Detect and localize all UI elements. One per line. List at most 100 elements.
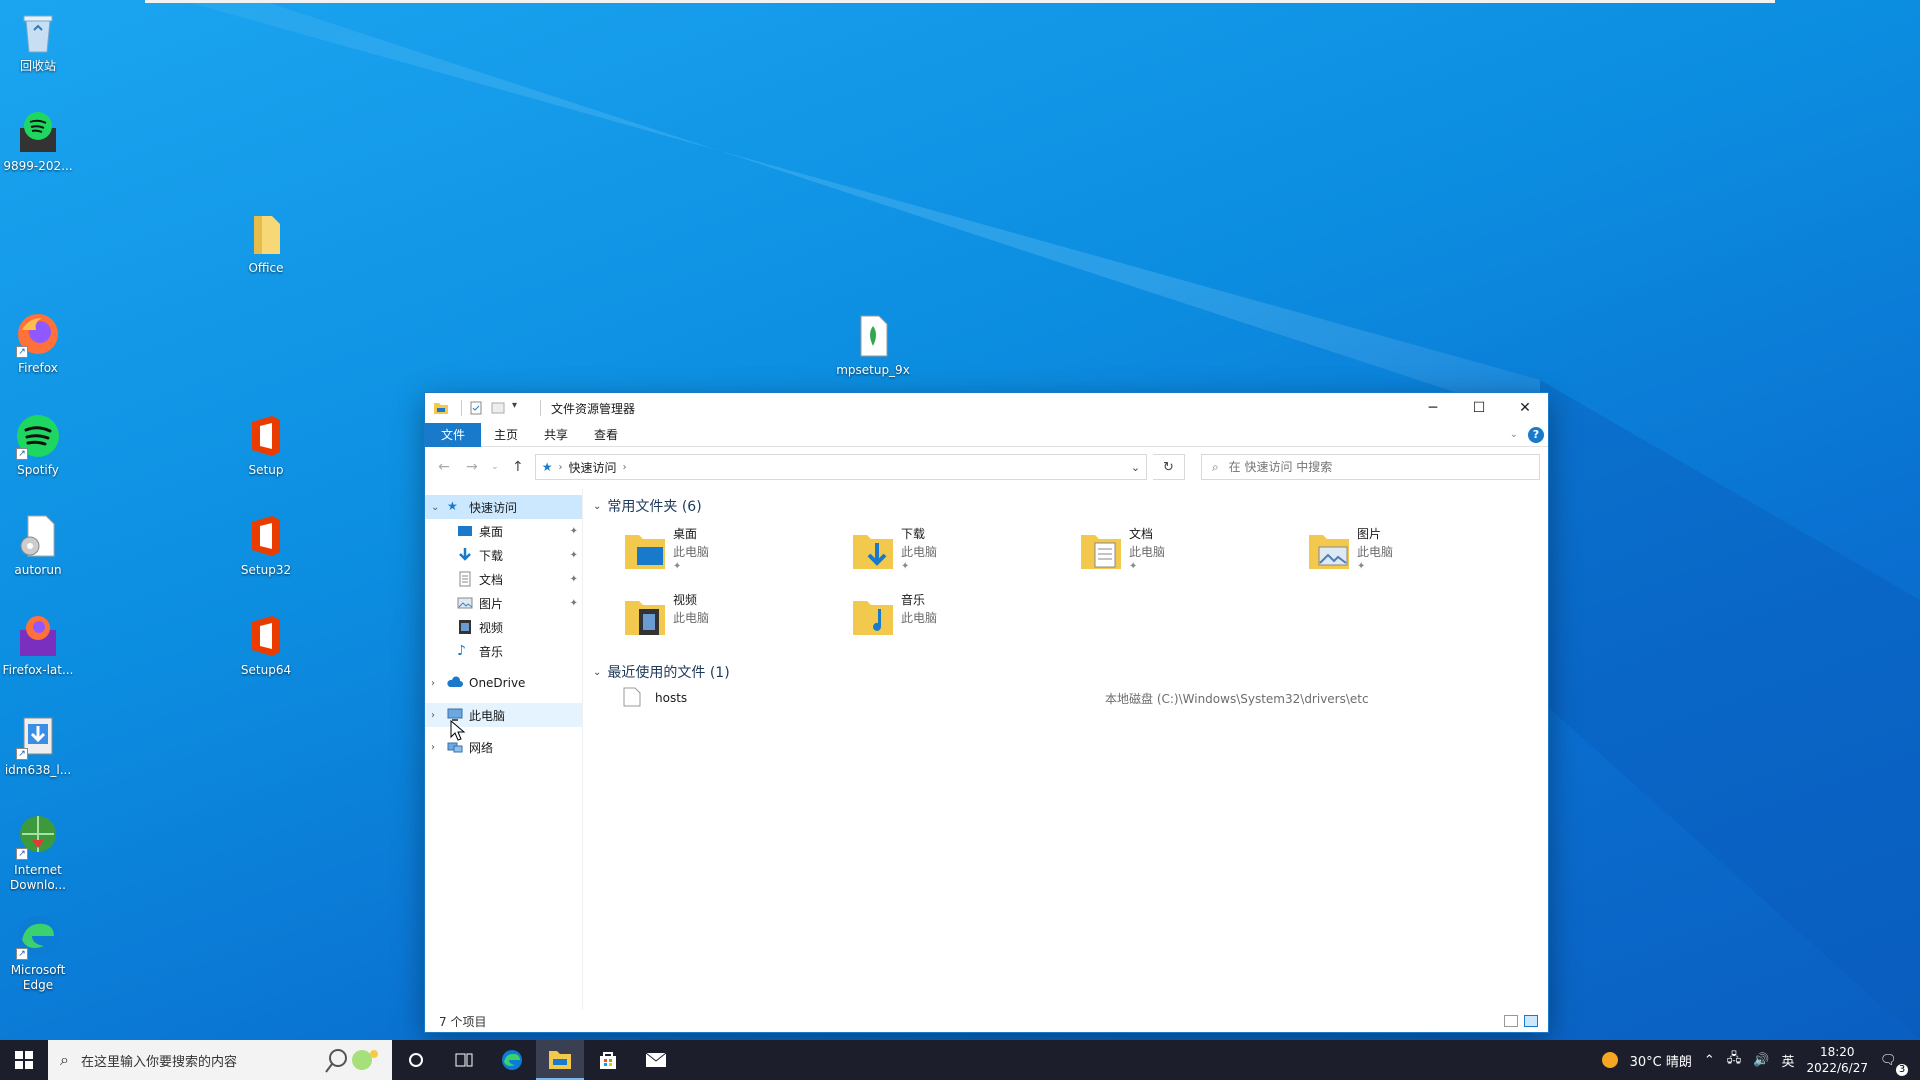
- customize-dropdown-icon[interactable]: ▾: [512, 400, 528, 416]
- refresh-button[interactable]: ↻: [1153, 454, 1185, 480]
- search-box[interactable]: ⌕: [1200, 454, 1541, 480]
- taskbar-mail[interactable]: [632, 1040, 680, 1080]
- help-icon[interactable]: ?: [1528, 426, 1544, 443]
- taskbar: ⌕ 在这里输入你要搜索的内容 30°C 晴朗 ⌃ 🖧 🔊 英 18:20 202…: [0, 1040, 1920, 1080]
- properties-icon[interactable]: [468, 400, 484, 416]
- tab-view[interactable]: 查看: [581, 423, 631, 447]
- pin-icon: ✦: [569, 525, 578, 537]
- recent-files-header[interactable]: ⌄ 最近使用的文件 (1): [593, 661, 1538, 683]
- desktop-icon-office-folder[interactable]: Office: [222, 210, 310, 276]
- music-folder-icon: [851, 595, 895, 639]
- breadcrumb-chevron-icon[interactable]: ›: [559, 462, 563, 473]
- taskbar-edge[interactable]: [488, 1040, 536, 1080]
- expand-chevron-icon[interactable]: ›: [431, 742, 441, 753]
- nav-onedrive[interactable]: › OneDrive: [425, 671, 582, 695]
- clock[interactable]: 18:20 2022/6/27: [1806, 1044, 1868, 1076]
- title-bar[interactable]: ▾ 文件资源管理器 ─ ☐ ✕: [425, 393, 1548, 423]
- details-view-button[interactable]: [1504, 1015, 1518, 1027]
- desktop-icon-autorun[interactable]: autorun: [0, 512, 82, 578]
- input-method-indicator[interactable]: 英: [1781, 1051, 1794, 1070]
- nav-pictures[interactable]: 图片 ✦: [425, 591, 582, 615]
- desktop-icon-spotify[interactable]: ↗ Spotify: [0, 412, 82, 478]
- separator: [461, 400, 462, 416]
- minimize-button[interactable]: ─: [1410, 393, 1456, 423]
- breadcrumb-chevron-icon[interactable]: ›: [623, 462, 627, 473]
- desktop-icon-setup32[interactable]: Setup32: [222, 512, 310, 578]
- nav-downloads[interactable]: 下载 ✦: [425, 543, 582, 567]
- show-hidden-icons-icon[interactable]: ⌃: [1704, 1053, 1715, 1068]
- volume-icon[interactable]: 🔊: [1753, 1053, 1769, 1068]
- search-input[interactable]: [1228, 460, 1509, 474]
- folder-tile-documents[interactable]: 文档 此电脑 ✦: [1079, 525, 1307, 583]
- tab-home[interactable]: 主页: [481, 423, 531, 447]
- network-status-icon[interactable]: 🖧: [1727, 1049, 1742, 1071]
- desktop-icon-idm-installer[interactable]: ↗ idm638_l...: [0, 712, 82, 778]
- notification-center-button[interactable]: 🗨 3: [1880, 1053, 1910, 1076]
- up-button[interactable]: ↑: [507, 459, 529, 475]
- desktop-icon-mpsetup[interactable]: mpsetup_9x: [829, 312, 917, 378]
- recent-locations-icon[interactable]: ⌄: [489, 462, 501, 472]
- nav-this-pc[interactable]: › 此电脑: [425, 703, 582, 727]
- desktop-icon-firefox-installer[interactable]: Firefox-lat...: [0, 612, 82, 678]
- nav-videos[interactable]: 视频: [425, 615, 582, 639]
- nav-quick-access[interactable]: ⌄ ★ 快速访问: [425, 495, 582, 519]
- expand-chevron-icon[interactable]: ⌄: [431, 502, 441, 513]
- tab-file[interactable]: 文件: [425, 422, 481, 447]
- breadcrumb-quick-access[interactable]: 快速访问: [569, 459, 617, 476]
- collapse-chevron-icon: ⌄: [593, 500, 602, 512]
- desktop-icon-internet-download-manager[interactable]: ↗ Internet Downlo...: [0, 812, 82, 893]
- desktop-icon-firefox[interactable]: ↗ Firefox: [0, 310, 82, 376]
- expand-chevron-icon[interactable]: ›: [431, 710, 441, 721]
- cortana-button[interactable]: [392, 1040, 440, 1080]
- recent-file-row[interactable]: hosts 本地磁盘 (C:)\Windows\System32\drivers…: [593, 683, 1538, 713]
- quick-access-star-icon: ★: [447, 499, 458, 513]
- pin-icon: ✦: [1357, 561, 1366, 572]
- task-view-button[interactable]: [440, 1040, 488, 1080]
- maximize-button[interactable]: ☐: [1456, 393, 1502, 423]
- explorer-folder-icon: [433, 400, 449, 416]
- folder-tile-downloads[interactable]: 下载 此电脑 ✦: [851, 525, 1079, 583]
- desktop-icon-spotify-installer[interactable]: 9899-202...: [0, 108, 82, 174]
- address-bar[interactable]: ★ › 快速访问 › ⌄: [534, 454, 1148, 480]
- expand-chevron-icon[interactable]: ›: [431, 678, 441, 689]
- desktop-icon-setup64[interactable]: Setup64: [222, 612, 310, 678]
- desktop-icon-setup[interactable]: Setup: [222, 412, 310, 478]
- forward-button[interactable]: →: [461, 459, 483, 475]
- tab-share[interactable]: 共享: [531, 423, 581, 447]
- weather-text[interactable]: 30°C 晴朗: [1630, 1051, 1692, 1070]
- folder-tile-videos[interactable]: 视频 此电脑: [623, 591, 851, 649]
- new-folder-icon[interactable]: [490, 400, 506, 416]
- start-button[interactable]: [0, 1040, 48, 1080]
- weather-sun-icon[interactable]: [1601, 1052, 1618, 1068]
- folder-tile-pictures[interactable]: 图片 此电脑 ✦: [1307, 525, 1535, 583]
- taskbar-search-box[interactable]: ⌕ 在这里输入你要搜索的内容: [48, 1040, 392, 1080]
- installer-file-icon: [849, 312, 897, 360]
- address-dropdown-icon[interactable]: ⌄: [1131, 461, 1140, 474]
- large-icons-view-button[interactable]: [1524, 1015, 1538, 1027]
- file-icon: [623, 687, 641, 710]
- nav-documents[interactable]: 文档 ✦: [425, 567, 582, 591]
- taskbar-store[interactable]: [584, 1040, 632, 1080]
- quick-access-star-icon: ★: [541, 460, 553, 474]
- status-bar: 7 个项目: [425, 1010, 1548, 1032]
- main-pane: ⌄ 常用文件夹 (6) 桌面 此电脑 ✦ 下载 此电脑 ✦ 文档 此电脑 ✦ 图…: [583, 489, 1548, 1010]
- frequent-folders-header[interactable]: ⌄ 常用文件夹 (6): [593, 495, 1538, 517]
- taskbar-file-explorer[interactable]: [536, 1040, 584, 1080]
- desktop-icon-recycle-bin[interactable]: 回收站: [0, 8, 82, 74]
- edge-icon: ↗: [14, 912, 62, 960]
- folder-tile-desktop[interactable]: 桌面 此电脑 ✦: [623, 525, 851, 583]
- expand-ribbon-icon[interactable]: ⌄: [1510, 429, 1518, 440]
- shortcut-arrow-icon: ↗: [16, 948, 28, 960]
- nav-desktop[interactable]: 桌面 ✦: [425, 519, 582, 543]
- folder-tile-music[interactable]: 音乐 此电脑: [851, 591, 1079, 649]
- close-button[interactable]: ✕: [1502, 393, 1548, 423]
- picture-folder-icon: [1307, 529, 1351, 573]
- nav-music[interactable]: ♪ 音乐: [425, 639, 582, 663]
- file-explorer-window[interactable]: ▾ 文件资源管理器 ─ ☐ ✕ 文件 主页 共享 查看 ⌄ ? ← → ⌄ ↑ …: [424, 392, 1549, 1033]
- download-folder-icon: [851, 529, 895, 573]
- office-icon: [242, 512, 290, 560]
- back-button[interactable]: ←: [433, 459, 455, 475]
- desktop-icon-microsoft-edge[interactable]: ↗ Microsoft Edge: [0, 912, 82, 993]
- firefox-installer-icon: [14, 612, 62, 660]
- nav-network[interactable]: › 网络: [425, 735, 582, 759]
